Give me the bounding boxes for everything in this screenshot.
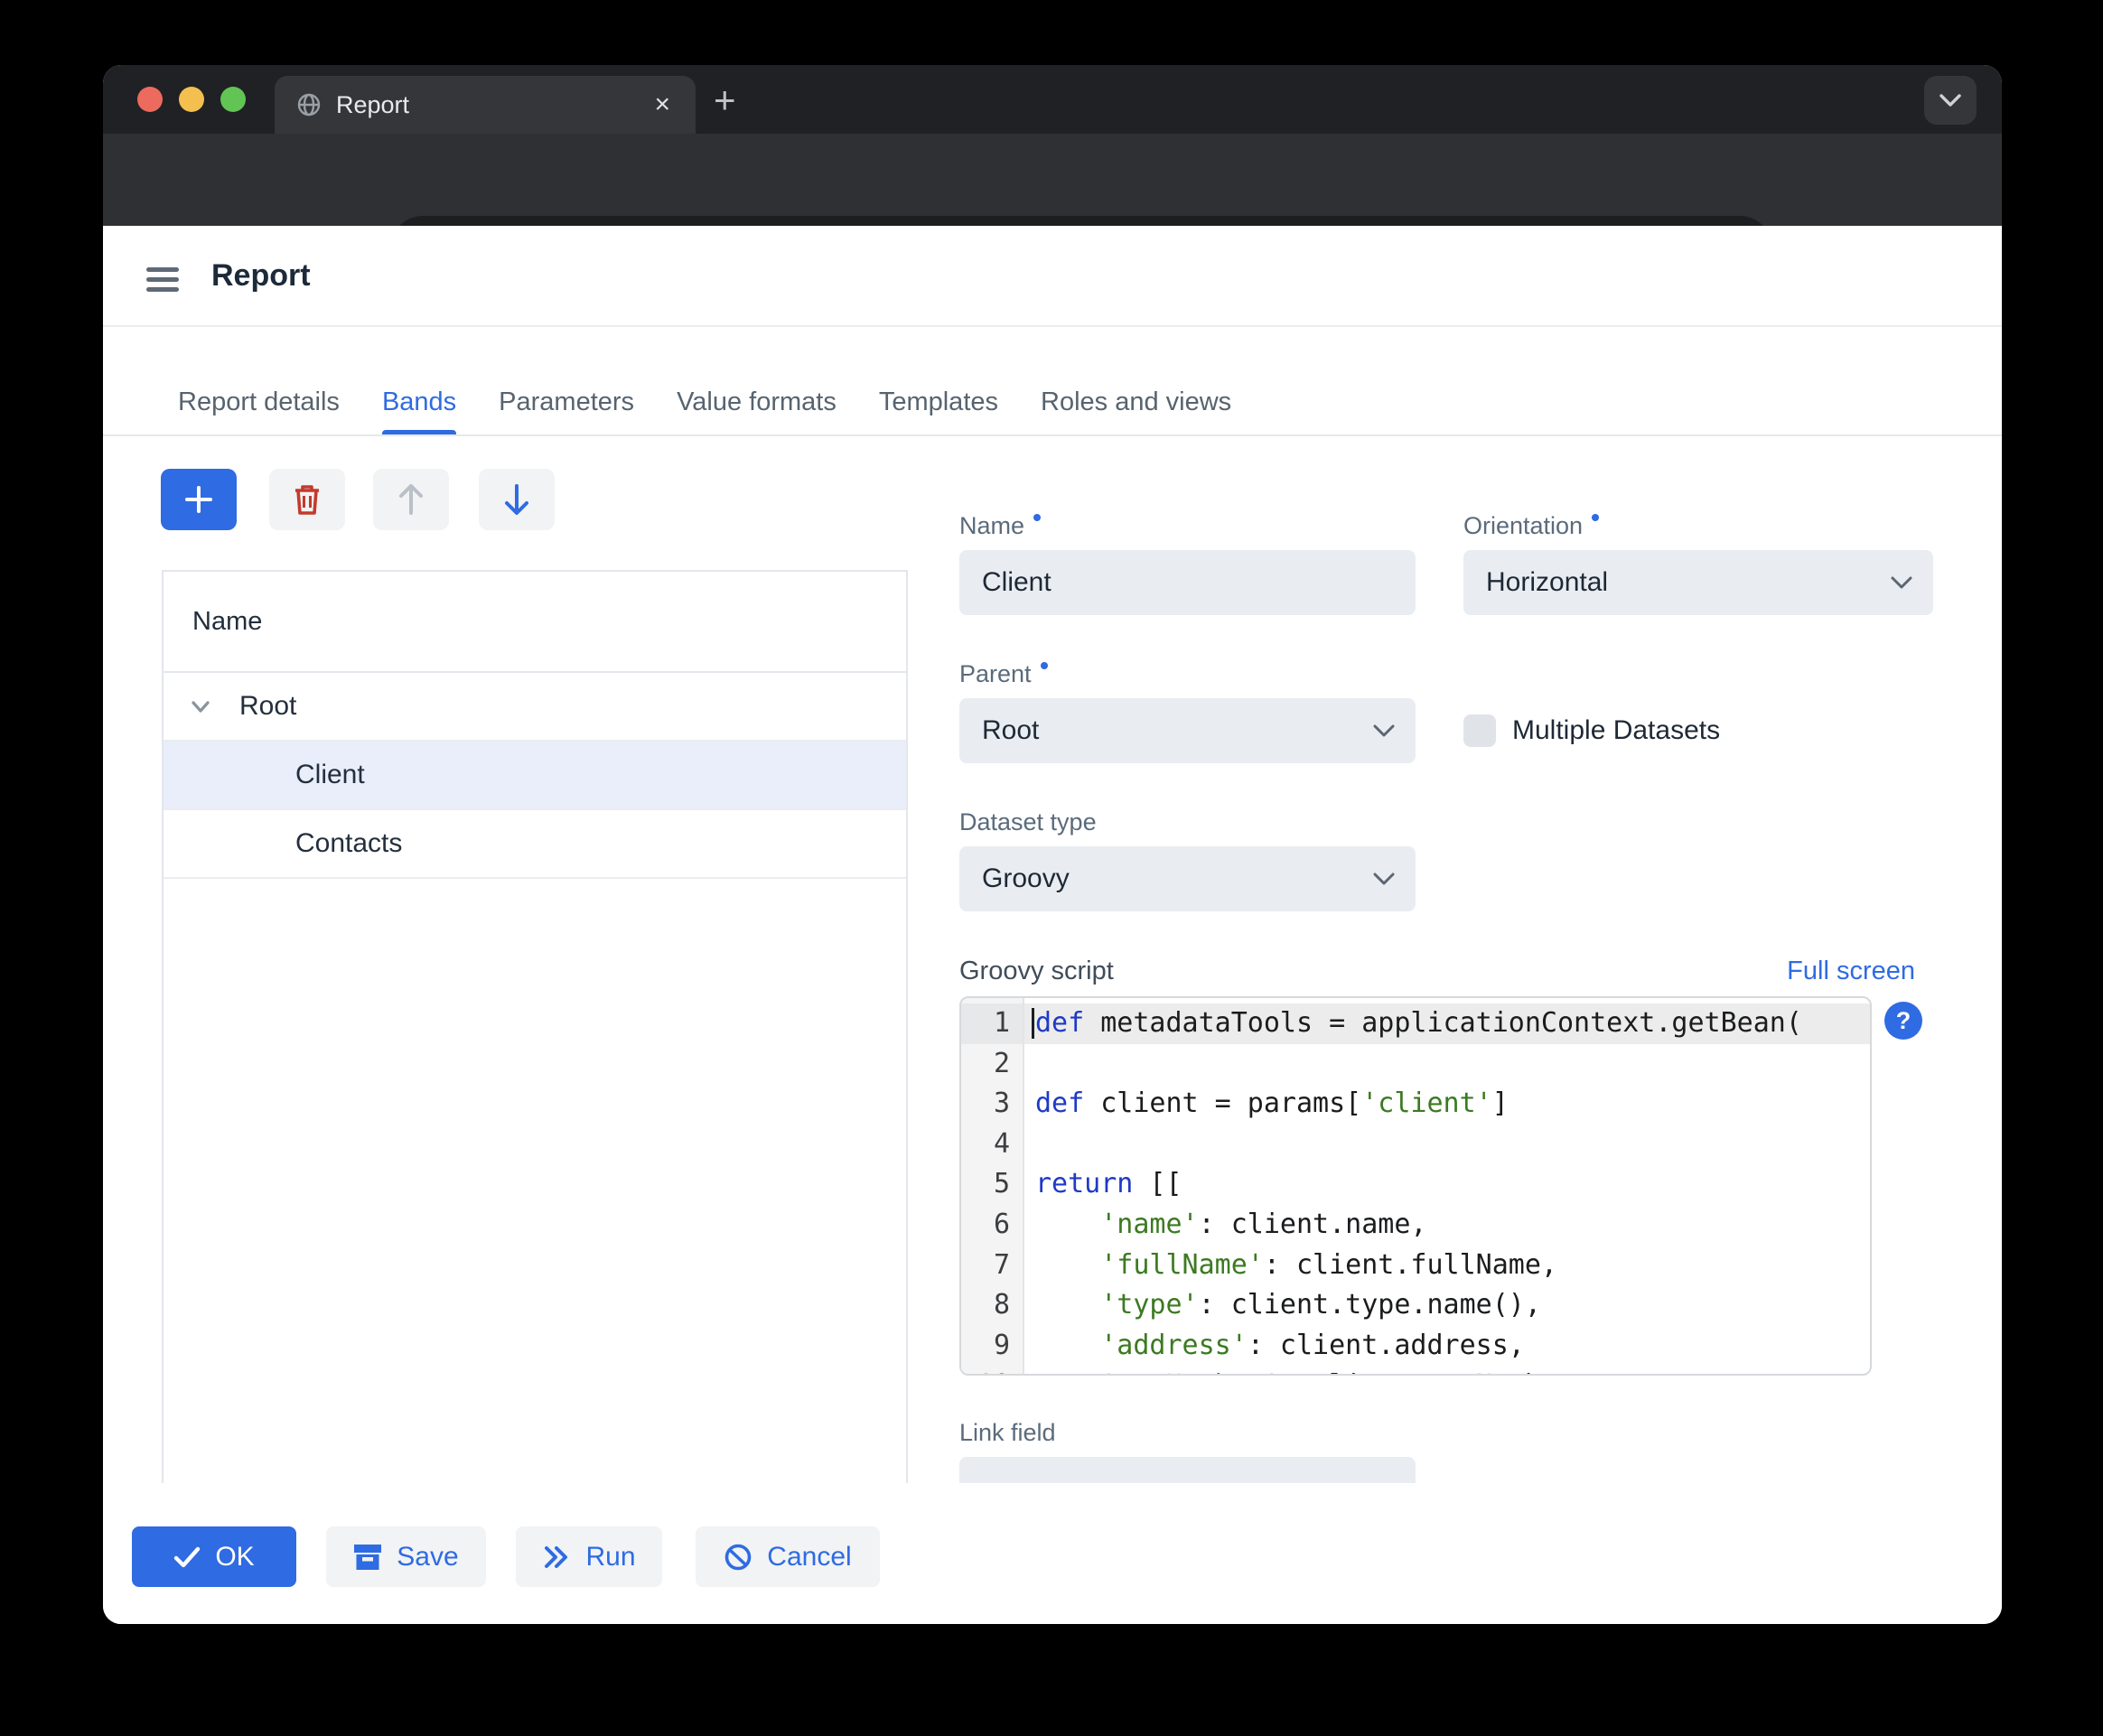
bands-content: Name Root Client Contacts Name Clien xyxy=(103,436,2002,1483)
cancel-icon xyxy=(724,1543,752,1572)
browser-toolbar: localhost:8080/reports/01998136-747a-76d… xyxy=(103,134,2002,226)
chevron-down-icon xyxy=(1890,575,1913,590)
line-number: 10 xyxy=(961,1366,1024,1376)
code-line: 1 def metadataTools = applicationContext… xyxy=(961,1003,1870,1044)
tab-parameters[interactable]: Parameters xyxy=(499,369,634,435)
line-number: 5 xyxy=(961,1164,1024,1205)
tab-roles-and-views[interactable]: Roles and views xyxy=(1041,369,1231,435)
browser-tab[interactable]: Report × xyxy=(275,76,696,134)
chevron-down-icon xyxy=(1939,93,1962,107)
tab-value-formats[interactable]: Value formats xyxy=(677,369,837,435)
move-up-button[interactable] xyxy=(373,469,449,530)
orientation-select[interactable]: Horizontal xyxy=(1463,550,1933,615)
tree-row-contacts[interactable]: Contacts xyxy=(164,810,906,879)
orientation-label: Orientation xyxy=(1463,512,1599,540)
tab-bands[interactable]: Bands xyxy=(382,369,456,435)
name-value: Client xyxy=(982,567,1052,598)
delete-band-button[interactable] xyxy=(269,469,345,530)
line-number: 3 xyxy=(961,1084,1024,1125)
parent-label: Parent xyxy=(959,660,1048,688)
line-number: 1 xyxy=(961,1003,1024,1044)
trash-icon xyxy=(292,483,322,516)
arrow-up-icon xyxy=(396,482,426,517)
line-number: 6 xyxy=(961,1205,1024,1246)
dataset-type-value: Groovy xyxy=(982,863,1070,894)
chevron-down-icon xyxy=(1372,872,1396,886)
save-icon xyxy=(353,1543,382,1572)
multiple-datasets-label: Multiple Datasets xyxy=(1512,715,1720,746)
line-number: 4 xyxy=(961,1125,1024,1165)
multiple-datasets-checkbox[interactable] xyxy=(1463,714,1496,747)
tab-templates[interactable]: Templates xyxy=(879,369,998,435)
name-label: Name xyxy=(959,512,1041,540)
tree-row-root[interactable]: Root xyxy=(164,673,906,742)
traffic-light-close[interactable] xyxy=(137,87,163,112)
app-menu-button[interactable] xyxy=(146,267,179,293)
tree-row-client[interactable]: Client xyxy=(164,742,906,810)
code-line: 8 'type': client.type.name(), xyxy=(961,1285,1870,1326)
tab-close-button[interactable]: × xyxy=(654,91,670,118)
code-line: 6 'name': client.name, xyxy=(961,1205,1870,1246)
tree-row-label: Root xyxy=(239,691,296,722)
add-band-button[interactable] xyxy=(161,469,237,530)
globe-icon xyxy=(296,92,322,117)
report-tabs: Report details Bands Parameters Value fo… xyxy=(178,369,1231,435)
cancel-button[interactable]: Cancel xyxy=(696,1526,880,1587)
dataset-type-select[interactable]: Groovy xyxy=(959,846,1416,911)
move-down-button[interactable] xyxy=(479,469,555,530)
table-header: Name xyxy=(164,572,906,673)
line-number: 8 xyxy=(961,1285,1024,1326)
screenshot-stage: Report × + xyxy=(0,0,2103,1736)
save-button[interactable]: Save xyxy=(326,1526,486,1587)
code-line: 5 return [[ xyxy=(961,1164,1870,1205)
tree-expand-icon[interactable] xyxy=(189,695,212,718)
ok-button[interactable]: OK xyxy=(132,1526,296,1587)
check-icon xyxy=(173,1545,201,1569)
code-line: 9 'address': client.address, xyxy=(961,1326,1870,1367)
dataset-type-label: Dataset type xyxy=(959,808,1097,836)
tree-row-label: Client xyxy=(295,760,365,790)
browser-window: Report × + xyxy=(103,65,2002,1624)
new-tab-button[interactable]: + xyxy=(714,81,736,119)
tree-row-label: Contacts xyxy=(295,828,402,859)
name-field[interactable]: Client xyxy=(959,550,1416,615)
tab-search-button[interactable] xyxy=(1924,76,1977,125)
page-title: Report xyxy=(211,258,311,294)
traffic-light-zoom[interactable] xyxy=(220,87,246,112)
link-field-input[interactable] xyxy=(959,1457,1416,1483)
bands-table: Name Root Client Contacts xyxy=(162,570,908,1483)
run-button[interactable]: Run xyxy=(516,1526,662,1587)
tab-title: Report xyxy=(336,91,409,119)
browser-tabstrip: Report × + xyxy=(103,65,2002,134)
link-field-label: Link field xyxy=(959,1419,1056,1447)
code-line: 7 'fullName': client.fullName, xyxy=(961,1246,1870,1286)
tab-report-details[interactable]: Report details xyxy=(178,369,340,435)
line-number: 7 xyxy=(961,1246,1024,1286)
help-button[interactable]: ? xyxy=(1884,1002,1922,1040)
line-number: 2 xyxy=(961,1044,1024,1085)
line-number: 9 xyxy=(961,1326,1024,1367)
groovy-editor[interactable]: 1 def metadataTools = applicationContext… xyxy=(959,996,1872,1376)
hamburger-icon xyxy=(146,267,179,272)
column-header-name: Name xyxy=(192,607,262,637)
text-caret xyxy=(1032,1008,1034,1039)
plus-icon xyxy=(182,483,215,516)
parent-value: Root xyxy=(982,715,1039,746)
fullscreen-link[interactable]: Full screen xyxy=(959,957,1915,986)
code-line: 3 def client = params['client'] xyxy=(961,1084,1870,1125)
chevron-down-icon xyxy=(1372,723,1396,738)
run-icon xyxy=(542,1545,571,1570)
parent-select[interactable]: Root xyxy=(959,698,1416,763)
traffic-light-minimize[interactable] xyxy=(179,87,204,112)
header-divider xyxy=(103,325,2002,327)
arrow-down-icon xyxy=(501,482,532,517)
code-line: 10 'vatNumber': client.vatNumber, xyxy=(961,1366,1870,1376)
code-line: 2 xyxy=(961,1044,1870,1085)
orientation-value: Horizontal xyxy=(1486,567,1608,598)
code-line: 4 xyxy=(961,1125,1870,1165)
